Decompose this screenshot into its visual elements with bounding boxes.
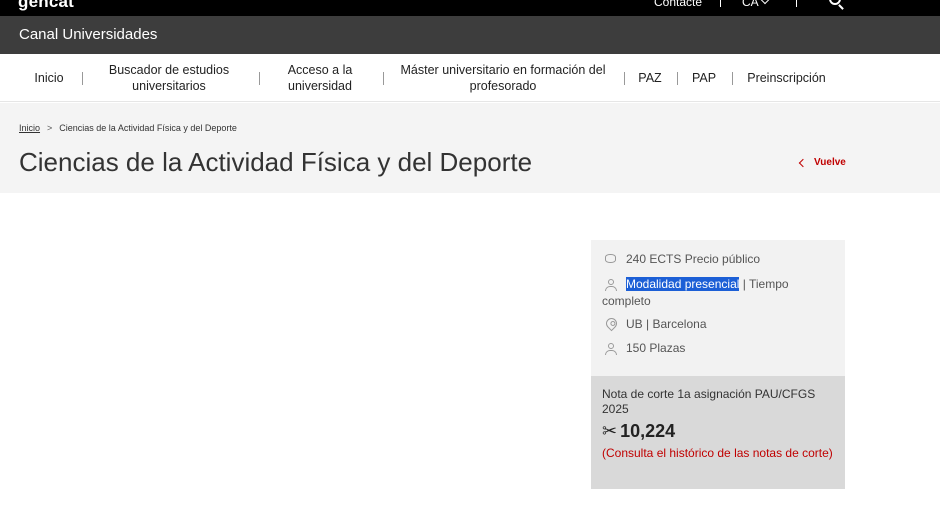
modality-selected-text: Modalidad presencial <box>626 277 740 291</box>
nav-separator <box>383 72 384 85</box>
nav-separator <box>624 72 625 85</box>
title-band: Inicio > Ciencias de la Actividad Física… <box>0 103 940 193</box>
places-info: 150 Plazas <box>626 341 686 355</box>
language-selector[interactable]: CA <box>742 0 759 9</box>
nav-separator <box>82 72 83 85</box>
breadcrumb-separator-icon: > <box>47 123 53 133</box>
cutoff-grade: 10,224 <box>620 421 676 441</box>
database-icon <box>605 254 616 263</box>
topbar-separator <box>720 0 721 7</box>
topbar-separator <box>796 0 797 7</box>
modality-info: Modalidad presencial | Tiempo completo <box>602 276 832 310</box>
breadcrumb: Inicio > Ciencias de la Actividad Física… <box>19 123 237 133</box>
scissors-icon: ✂ <box>602 421 618 441</box>
channel-title[interactable]: Canal Universidades <box>19 26 157 43</box>
nav-separator <box>677 72 678 85</box>
nav-item-pap[interactable]: PAP <box>688 54 720 102</box>
gencat-logo[interactable]: gencat <box>18 0 74 12</box>
cutoff-history-link[interactable]: (Consulta el histórico de las notas de c… <box>602 446 838 461</box>
nav-item-acceso[interactable]: Acceso a la universidad <box>276 54 364 102</box>
location-info: UB | Barcelona <box>626 317 707 331</box>
channel-bar: Canal Universidades <box>0 16 940 54</box>
breadcrumb-current: Ciencias de la Actividad Física y del De… <box>59 123 237 133</box>
cutoff-label: Nota de corte 1a asignación PAU/CFGS 202… <box>602 387 816 416</box>
cutoff-value: ✂ 10,224 <box>602 421 675 442</box>
ects-info: 240 ECTS Precio público <box>626 252 761 266</box>
nav-separator <box>259 72 260 85</box>
chevron-down-icon[interactable] <box>760 0 770 5</box>
contact-link[interactable]: Contacte <box>654 0 702 9</box>
back-link[interactable]: Vuelve <box>798 157 846 168</box>
nav-separator <box>732 72 733 85</box>
nav-item-master[interactable]: Máster universitario en formación del pr… <box>400 54 606 102</box>
search-icon[interactable] <box>829 0 841 5</box>
location-pin-icon <box>603 315 620 332</box>
main-navigation: Inicio Buscador de estudios universitari… <box>0 54 940 102</box>
study-info-card: 240 ECTS Precio público Modalidad presen… <box>591 240 845 376</box>
nav-item-preinscripcion[interactable]: Preinscripción <box>743 54 830 102</box>
user-icon <box>605 343 617 355</box>
nav-item-inicio[interactable]: Inicio <box>24 54 74 102</box>
nav-item-paz[interactable]: PAZ <box>635 54 665 102</box>
breadcrumb-home-link[interactable]: Inicio <box>19 123 40 133</box>
cutoff-grade-box: Nota de corte 1a asignación PAU/CFGS 202… <box>591 376 845 489</box>
top-bar: gencat Contacte CA <box>0 0 940 16</box>
page-title: Ciencias de la Actividad Física y del De… <box>19 147 533 177</box>
chevron-left-icon <box>798 158 808 167</box>
back-link-label: Vuelve <box>814 157 846 168</box>
nav-item-buscador[interactable]: Buscador de estudios universitarios <box>98 54 240 102</box>
